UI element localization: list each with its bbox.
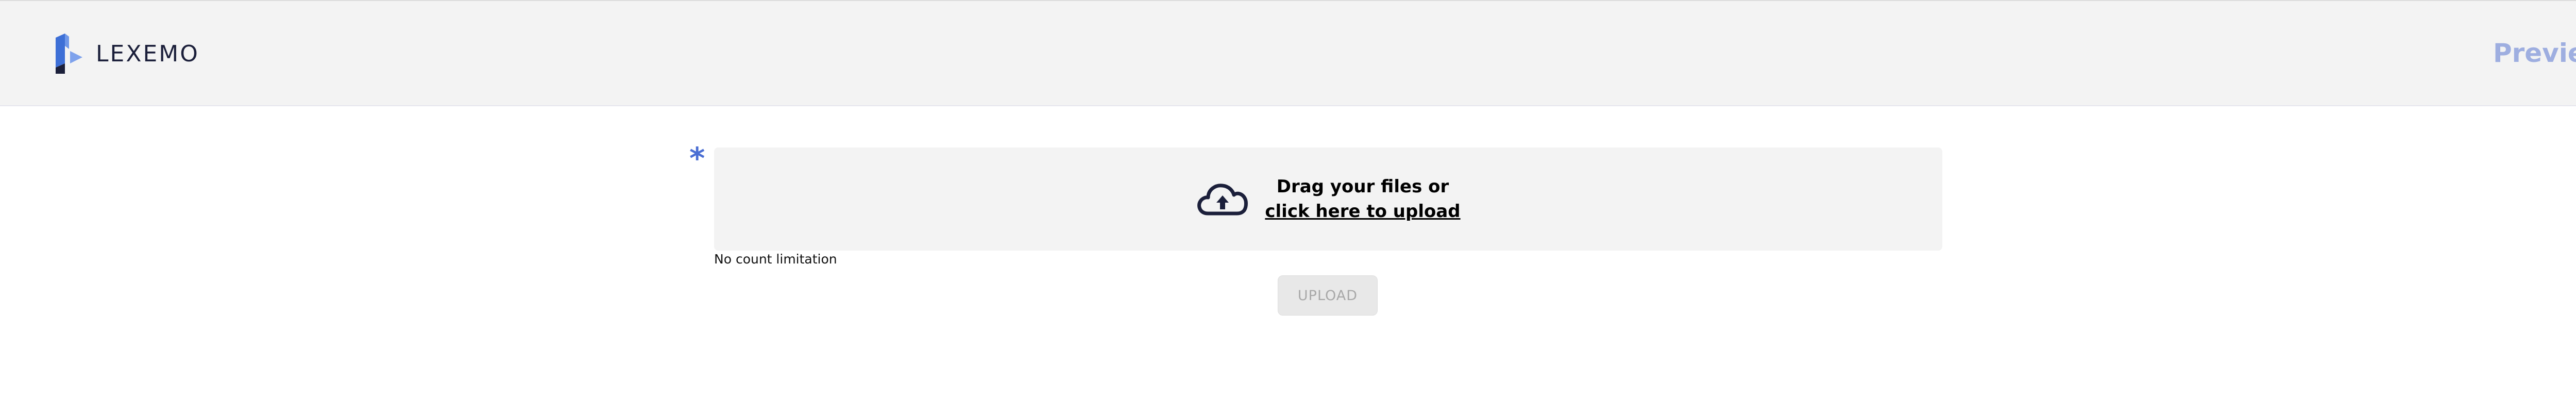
cloud-upload-icon [1197,184,1248,216]
lexemo-logo-icon [56,34,82,74]
preview-link[interactable]: Preview [2493,38,2576,68]
brand-name: LEXEMO [96,40,199,67]
dropzone-text: Drag your files or click here to upload [1265,174,1460,224]
count-limit-note: No count limitation [714,252,837,267]
upload-button[interactable]: UPLOAD [1278,275,1378,316]
brand-logo[interactable]: LEXEMO [52,34,199,74]
required-marker: * [689,141,705,176]
dropzone-instruction: Drag your files or [1276,176,1449,197]
click-to-upload-link[interactable]: click here to upload [1265,199,1460,224]
app-header: LEXEMO Preview [0,0,2576,106]
file-dropzone[interactable]: Drag your files or click here to upload [714,147,1942,251]
